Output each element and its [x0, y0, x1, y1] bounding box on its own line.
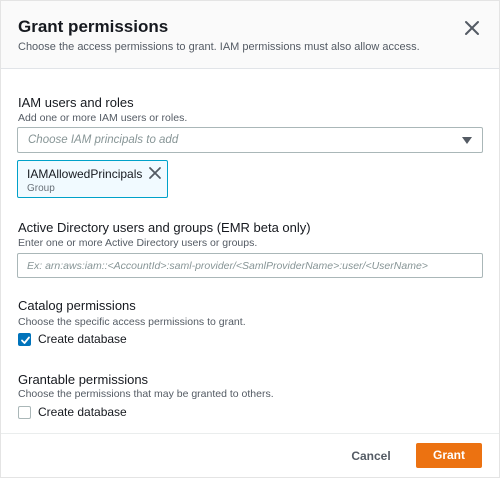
caret-down-icon [462, 137, 472, 144]
grantable-create-database-label: Create database [38, 405, 127, 419]
iam-principal-token: IAMAllowedPrincipals Group [17, 160, 168, 198]
ad-users-groups-label: Active Directory users and groups (EMR b… [18, 220, 311, 235]
catalog-permissions-help: Choose the specific access permissions t… [18, 316, 246, 328]
dialog-header: Grant permissions Choose the access perm… [1, 1, 499, 69]
token-name: IAMAllowedPrincipals [27, 167, 143, 181]
iam-principals-select[interactable]: Choose IAM principals to add [17, 127, 483, 153]
grant-button[interactable]: Grant [416, 443, 482, 468]
grantable-permissions-label: Grantable permissions [18, 372, 149, 387]
grantable-permissions-help: Choose the permissions that may be grant… [18, 388, 274, 400]
grantable-create-database-checkbox[interactable] [18, 406, 31, 419]
dialog-subtitle: Choose the access permissions to grant. … [18, 41, 420, 53]
ad-users-groups-help: Enter one or more Active Directory users… [18, 237, 258, 249]
catalog-permissions-label: Catalog permissions [18, 298, 136, 313]
dialog-title: Grant permissions [18, 17, 169, 36]
ad-users-groups-field [17, 253, 483, 278]
ad-users-groups-input[interactable] [18, 254, 482, 277]
iam-users-roles-help: Add one or more IAM users or roles. [18, 112, 188, 124]
iam-users-roles-label: IAM users and roles [18, 95, 134, 110]
catalog-create-database-checkbox[interactable] [18, 333, 31, 346]
iam-principals-placeholder: Choose IAM principals to add [28, 134, 179, 146]
footer-divider [1, 433, 499, 434]
cancel-button[interactable]: Cancel [341, 445, 401, 467]
catalog-create-database-label: Create database [38, 332, 127, 346]
close-icon[interactable] [461, 17, 483, 39]
token-type: Group [27, 183, 55, 194]
remove-token-icon[interactable] [148, 166, 162, 180]
grant-permissions-dialog: Grant permissions Choose the access perm… [0, 0, 500, 478]
